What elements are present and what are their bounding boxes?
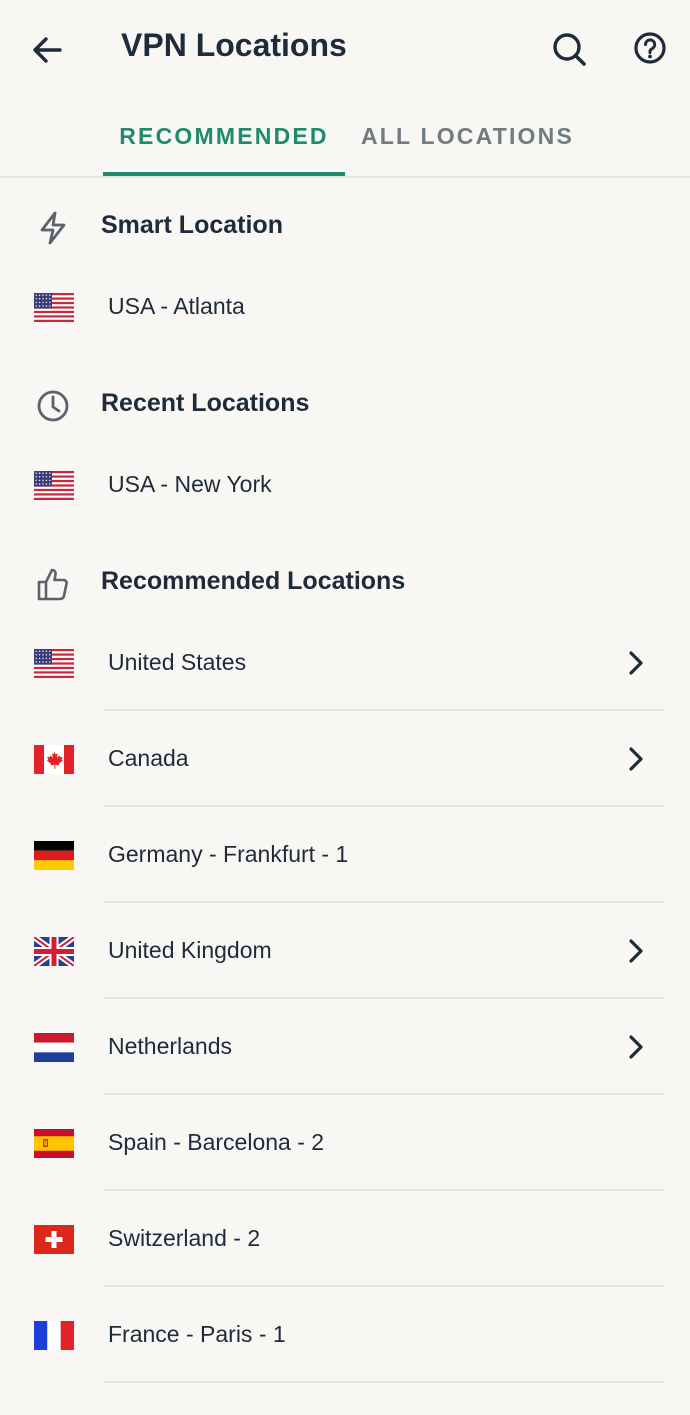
- flag-de-icon: [34, 841, 74, 870]
- section-title: Smart Location: [101, 211, 283, 239]
- location-label: Germany - Frankfurt - 1: [108, 841, 349, 867]
- flag-us-icon: [34, 649, 74, 678]
- flag-ch-icon: [34, 1225, 74, 1254]
- flag-nl-icon: [34, 1033, 74, 1062]
- section-title: Recent Locations: [101, 389, 310, 417]
- location-row[interactable]: Canada: [0, 711, 690, 807]
- flag-es-icon: [34, 1129, 74, 1158]
- location-row[interactable]: United Kingdom: [0, 903, 690, 999]
- tab-recommended[interactable]: RECOMMENDED: [103, 100, 345, 176]
- location-row[interactable]: United States: [0, 615, 690, 711]
- tab-bar: RECOMMENDED ALL LOCATIONS: [0, 100, 690, 178]
- help-icon[interactable]: [630, 28, 670, 68]
- flag-us-icon: [34, 293, 74, 322]
- smart-location-row[interactable]: USA - Atlanta: [0, 259, 690, 355]
- lightning-icon: [34, 209, 72, 247]
- page-title: VPN Locations: [121, 27, 347, 63]
- flag-fr-icon: [34, 1321, 74, 1350]
- recent-location-row[interactable]: USA - New York: [0, 437, 690, 533]
- divider: [103, 1381, 665, 1383]
- location-row[interactable]: Netherlands: [0, 999, 690, 1095]
- chevron-right-icon[interactable]: [624, 1033, 648, 1061]
- location-label: United States: [108, 649, 247, 675]
- section-smart-location: Smart Location: [0, 197, 690, 257]
- location-label: USA - New York: [108, 471, 272, 497]
- back-arrow-icon[interactable]: [28, 30, 68, 70]
- flag-gb-icon: [34, 937, 74, 966]
- location-row[interactable]: Spain - Barcelona - 2: [0, 1095, 690, 1191]
- location-row[interactable]: Germany - Frankfurt - 1: [0, 807, 690, 903]
- search-icon[interactable]: [548, 28, 590, 70]
- location-label: Canada: [108, 745, 189, 771]
- location-label: France - Paris - 1: [108, 1321, 286, 1347]
- location-label: Spain - Barcelona - 2: [108, 1129, 325, 1155]
- flag-ca-icon: [34, 745, 74, 774]
- location-row[interactable]: France - Paris - 1: [0, 1287, 690, 1383]
- flag-us-icon: [34, 471, 74, 500]
- clock-icon: [34, 387, 72, 425]
- chevron-right-icon[interactable]: [624, 649, 648, 677]
- app-bar: VPN Locations: [0, 0, 690, 100]
- location-label: Netherlands: [108, 1033, 233, 1059]
- section-title: Recommended Locations: [101, 567, 406, 595]
- chevron-right-icon[interactable]: [624, 745, 648, 773]
- section-recent-locations: Recent Locations: [0, 375, 690, 435]
- thumbs-up-icon: [34, 565, 72, 603]
- location-label: United Kingdom: [108, 937, 272, 963]
- section-recommended-locations: Recommended Locations: [0, 553, 690, 613]
- chevron-right-icon[interactable]: [624, 937, 648, 965]
- tab-all-locations[interactable]: ALL LOCATIONS: [345, 100, 590, 176]
- location-label: USA - Atlanta: [108, 293, 245, 319]
- location-row[interactable]: Switzerland - 2: [0, 1191, 690, 1287]
- location-label: Switzerland - 2: [108, 1225, 261, 1251]
